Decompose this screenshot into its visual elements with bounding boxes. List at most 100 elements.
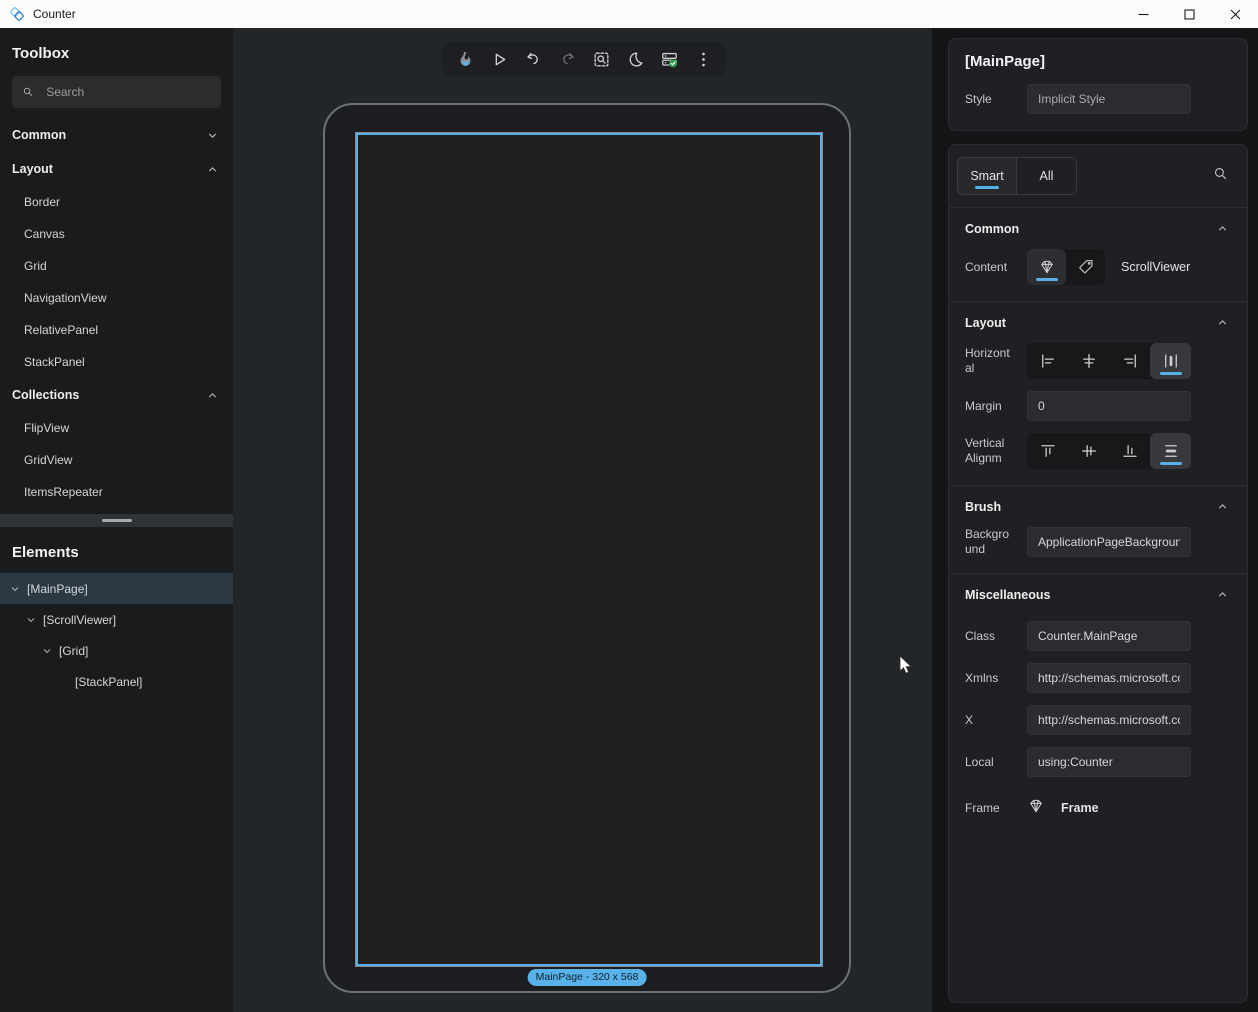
section-layout[interactable]: Layout bbox=[949, 302, 1247, 343]
content-value: ScrollViewer bbox=[1121, 260, 1190, 274]
align-right-button[interactable] bbox=[1109, 343, 1150, 379]
undo-icon[interactable] bbox=[520, 47, 546, 71]
properties-card: Smart All Common bbox=[948, 144, 1248, 1003]
device-size-badge: MainPage - 320 x 568 bbox=[528, 969, 647, 986]
toolbox-item-relativepanel[interactable]: RelativePanel bbox=[0, 314, 233, 346]
design-toolbar bbox=[442, 42, 726, 76]
app-logo-icon bbox=[9, 6, 25, 22]
vertical-alignment-label: Vertical Alignm bbox=[965, 436, 1013, 466]
frame-value: Frame bbox=[1061, 801, 1099, 815]
search-icon bbox=[22, 85, 34, 99]
panel-splitter[interactable] bbox=[0, 514, 233, 527]
background-label: Background bbox=[965, 527, 1013, 557]
chevron-up-icon bbox=[206, 163, 219, 176]
selection-header-card: [MainPage] Style bbox=[948, 38, 1248, 131]
toolbox-item-navigationview[interactable]: NavigationView bbox=[0, 282, 233, 314]
chevron-up-icon bbox=[1216, 222, 1229, 235]
property-tabs: Smart All bbox=[957, 157, 1077, 195]
properties-search-button[interactable] bbox=[1212, 165, 1229, 187]
elements-title: Elements bbox=[0, 527, 233, 573]
x-namespace-input[interactable] bbox=[1027, 705, 1191, 735]
zoom-selection-icon[interactable] bbox=[588, 47, 614, 71]
align-top-button[interactable] bbox=[1027, 433, 1068, 469]
chevron-down-icon[interactable] bbox=[25, 614, 37, 626]
toolbox-section-layout[interactable]: Layout bbox=[0, 152, 233, 186]
horizontal-alignment-label: Horizontal bbox=[965, 346, 1013, 376]
tab-all[interactable]: All bbox=[1017, 158, 1076, 194]
tree-item-grid[interactable]: [Grid] bbox=[0, 635, 233, 666]
mouse-cursor bbox=[896, 655, 916, 675]
gem-icon bbox=[1027, 797, 1045, 820]
window-title: Counter bbox=[33, 7, 76, 21]
xmlns-input[interactable] bbox=[1027, 663, 1191, 693]
splitter-handle[interactable] bbox=[102, 519, 132, 522]
frame-property-row[interactable]: Frame Frame bbox=[965, 793, 1231, 823]
toolbox-panel: Toolbox Common Layout Border Canvas Grid… bbox=[0, 28, 236, 1012]
tree-item-mainpage[interactable]: [MainPage] bbox=[0, 573, 233, 604]
frame-label: Frame bbox=[965, 801, 1013, 816]
section-miscellaneous[interactable]: Miscellaneous bbox=[949, 574, 1247, 615]
tree-item-stackpanel[interactable]: [StackPanel] bbox=[0, 666, 233, 697]
toolbox-item-stackpanel[interactable]: StackPanel bbox=[0, 346, 233, 378]
search-icon bbox=[1212, 165, 1229, 182]
status-check-icon[interactable] bbox=[656, 47, 682, 71]
gem-icon bbox=[1038, 258, 1056, 276]
chevron-down-icon[interactable] bbox=[9, 583, 21, 595]
toolbox-search-input[interactable] bbox=[46, 85, 211, 99]
toolbox-section-collections[interactable]: Collections bbox=[0, 378, 233, 412]
align-center-vertical-button[interactable] bbox=[1068, 433, 1109, 469]
chevron-down-icon[interactable] bbox=[41, 645, 53, 657]
style-input[interactable] bbox=[1027, 84, 1191, 114]
toolbox-item-border[interactable]: Border bbox=[0, 186, 233, 218]
toolbox-item-grid[interactable]: Grid bbox=[0, 250, 233, 282]
titlebar: Counter bbox=[0, 0, 1258, 28]
chevron-up-icon bbox=[206, 389, 219, 402]
toolbox-search[interactable] bbox=[12, 76, 221, 108]
vertical-alignment-toggle bbox=[1027, 433, 1191, 469]
content-label: Content bbox=[965, 260, 1013, 275]
align-center-horizontal-button[interactable] bbox=[1068, 343, 1109, 379]
local-label: Local bbox=[965, 755, 1013, 770]
minimize-button[interactable] bbox=[1120, 0, 1166, 28]
tab-smart[interactable]: Smart bbox=[958, 158, 1017, 194]
align-left-button[interactable] bbox=[1027, 343, 1068, 379]
device-frame: MainPage - 320 x 568 bbox=[323, 103, 851, 993]
hot-reload-flame-icon[interactable] bbox=[452, 47, 478, 71]
toolbox-item-gridview[interactable]: GridView bbox=[0, 444, 233, 476]
toolbox-item-canvas[interactable]: Canvas bbox=[0, 218, 233, 250]
local-input[interactable] bbox=[1027, 747, 1191, 777]
stretch-vertical-button[interactable] bbox=[1150, 433, 1191, 469]
chevron-down-icon bbox=[206, 129, 219, 142]
chevron-up-icon bbox=[1216, 316, 1229, 329]
section-brush[interactable]: Brush bbox=[949, 486, 1247, 527]
margin-input[interactable] bbox=[1027, 391, 1191, 421]
content-element-toggle[interactable] bbox=[1027, 249, 1066, 285]
xmlns-label: Xmlns bbox=[965, 671, 1013, 686]
close-button[interactable] bbox=[1212, 0, 1258, 28]
content-resource-toggle[interactable] bbox=[1066, 249, 1105, 285]
theme-moon-icon[interactable] bbox=[622, 47, 648, 71]
toolbox-item-flipview[interactable]: FlipView bbox=[0, 412, 233, 444]
toolbox-item-itemsrepeater[interactable]: ItemsRepeater bbox=[0, 476, 233, 508]
x-namespace-label: X bbox=[965, 713, 1013, 728]
style-label: Style bbox=[965, 92, 1013, 107]
selected-element-title: [MainPage] bbox=[965, 53, 1231, 70]
chevron-up-icon bbox=[1216, 588, 1229, 601]
tree-item-scrollviewer[interactable]: [ScrollViewer] bbox=[0, 604, 233, 635]
background-input[interactable] bbox=[1027, 527, 1191, 557]
properties-panel: [MainPage] Style Smart All bbox=[932, 28, 1258, 1012]
class-label: Class bbox=[965, 629, 1013, 644]
redo-icon[interactable] bbox=[554, 47, 580, 71]
align-bottom-button[interactable] bbox=[1109, 433, 1150, 469]
tag-icon bbox=[1077, 258, 1095, 276]
maximize-button[interactable] bbox=[1166, 0, 1212, 28]
horizontal-alignment-toggle bbox=[1027, 343, 1191, 379]
class-input[interactable] bbox=[1027, 621, 1191, 651]
design-surface-mainpage[interactable] bbox=[355, 132, 823, 967]
more-ellipsis-icon[interactable] bbox=[690, 47, 716, 71]
play-icon[interactable] bbox=[486, 47, 512, 71]
toolbox-section-common[interactable]: Common bbox=[0, 118, 233, 152]
design-canvas[interactable]: MainPage - 320 x 568 bbox=[236, 28, 932, 1012]
stretch-horizontal-button[interactable] bbox=[1150, 343, 1191, 379]
section-common[interactable]: Common bbox=[949, 208, 1247, 249]
